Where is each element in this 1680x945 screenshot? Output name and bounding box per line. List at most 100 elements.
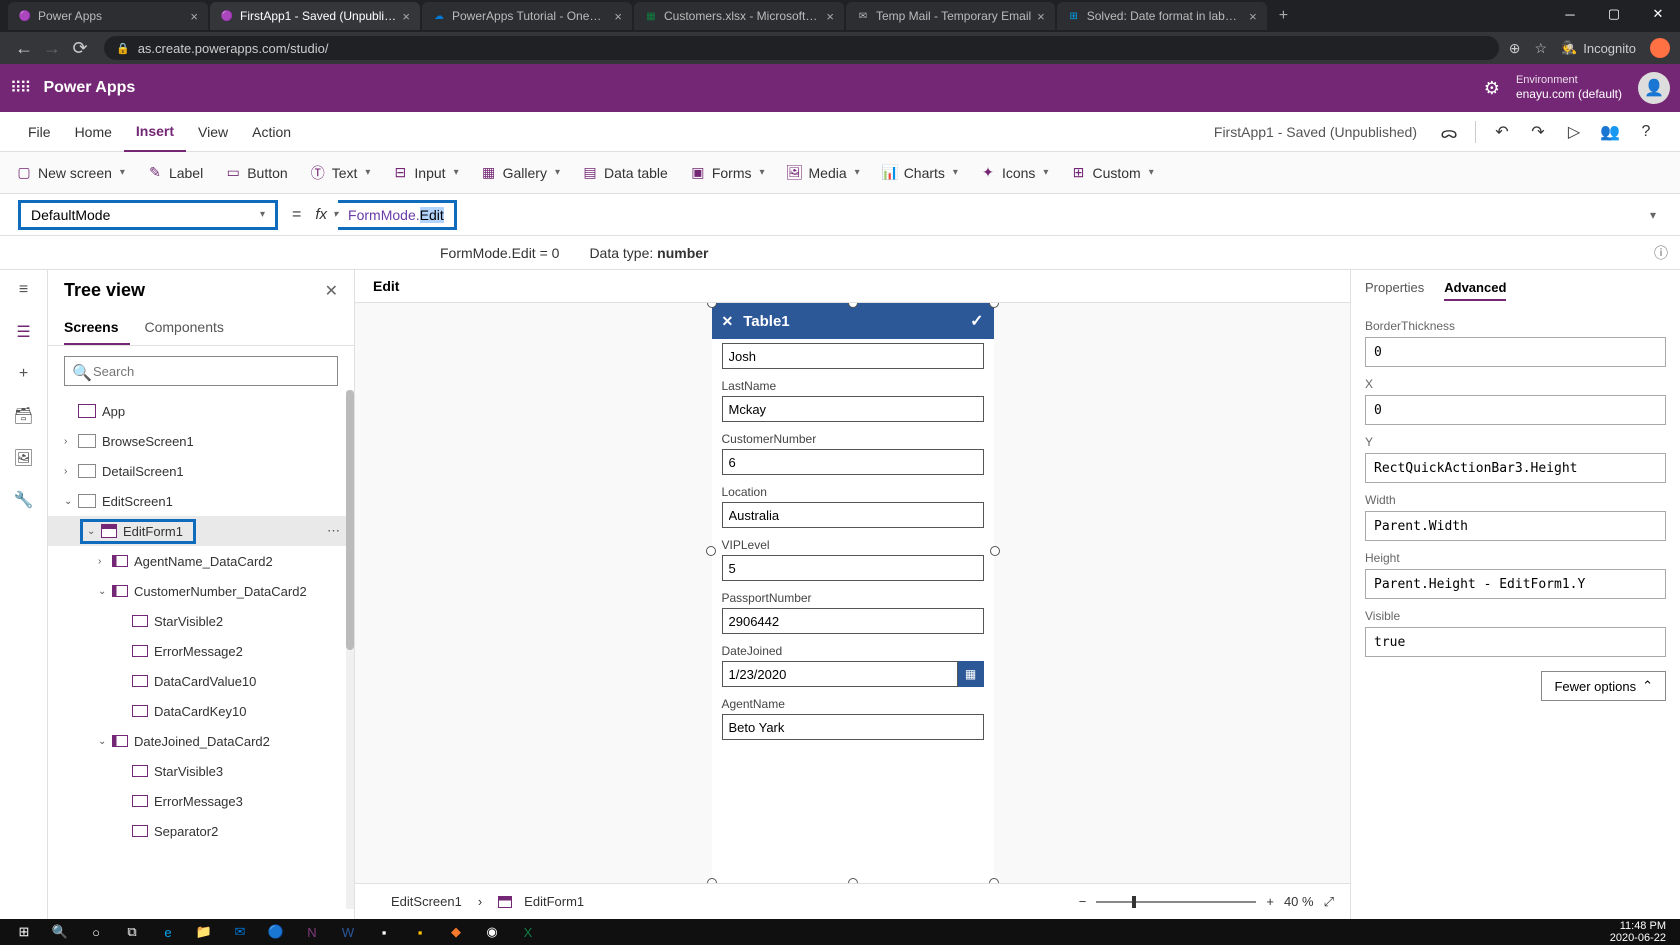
tree-node[interactable]: ⌄CustomerNumber_DataCard2 (48, 576, 354, 606)
tree-node[interactable]: ⌄DateJoined_DataCard2 (48, 726, 354, 756)
forms-button[interactable]: ▣Forms▾ (690, 165, 765, 181)
tree-scrollbar[interactable] (346, 390, 354, 909)
app-launcher-icon[interactable]: ⠿⠿ (10, 78, 29, 98)
help-icon[interactable]: ? (1628, 123, 1664, 141)
tab-screens[interactable]: Screens (64, 311, 130, 345)
x-input[interactable] (1365, 395, 1666, 425)
label-button[interactable]: ✎Label (147, 165, 203, 181)
zoom-out-icon[interactable]: − (1079, 894, 1087, 909)
share-icon[interactable]: 👥 (1592, 122, 1628, 142)
zoom-icon[interactable]: ⊕ (1509, 40, 1521, 57)
environment-icon[interactable]: ⚙ (1484, 78, 1500, 99)
calendar-icon[interactable]: ▦ (958, 661, 984, 687)
mail-icon[interactable]: ✉ (222, 919, 258, 945)
media-icon[interactable]: 🖼 (14, 448, 34, 468)
tree-node[interactable]: ›DetailScreen1 (48, 456, 354, 486)
environment-selector[interactable]: Environment enayu.com (default) (1516, 73, 1622, 103)
width-input[interactable] (1365, 511, 1666, 541)
close-icon[interactable]: × (826, 9, 834, 24)
menu-view[interactable]: View (186, 112, 240, 152)
notes-icon[interactable]: ▪ (402, 919, 438, 945)
new-screen-button[interactable]: ▢New screen▾ (16, 165, 125, 181)
passport-input[interactable] (722, 608, 984, 634)
reload-button[interactable]: ⟳ (66, 38, 94, 59)
button-button[interactable]: ▭Button (225, 165, 287, 181)
breadcrumb[interactable]: EditForm1 (498, 894, 584, 909)
system-clock[interactable]: 11:48 PM 2020-06-22 (1610, 920, 1674, 944)
minimize-button[interactable]: ─ (1548, 0, 1592, 28)
lastname-input[interactable] (722, 396, 984, 422)
text-button[interactable]: ⓉText▾ (310, 165, 371, 181)
visible-input[interactable] (1365, 627, 1666, 657)
user-avatar[interactable]: 👤 (1638, 72, 1670, 104)
intellisense-suggestion[interactable]: Edit (355, 270, 1350, 303)
property-dropdown[interactable]: DefaultMode▾ (18, 200, 278, 230)
agentname-input[interactable] (722, 714, 984, 740)
zoom-in-icon[interactable]: + (1266, 894, 1274, 909)
edit-form-preview[interactable]: ✕ Table1 ✓ LastName CustomerNumber (712, 303, 994, 883)
close-icon[interactable]: × (1037, 9, 1045, 24)
insert-icon[interactable]: + (14, 364, 34, 384)
tree-node[interactable]: DataCardValue10 (48, 666, 354, 696)
submit-icon[interactable]: ✓ (970, 311, 983, 331)
tree-node-editform[interactable]: ⌄EditForm1 ⋯ (48, 516, 354, 546)
address-bar[interactable]: 🔒as.create.powerapps.com/studio/ (104, 36, 1499, 60)
close-icon[interactable]: × (614, 9, 622, 24)
y-input[interactable] (1365, 453, 1666, 483)
taskview-icon[interactable]: ⧉ (114, 919, 150, 945)
tab-properties[interactable]: Properties (1365, 280, 1424, 301)
onenote-icon[interactable]: N (294, 919, 330, 945)
close-window-button[interactable]: ✕ (1636, 0, 1680, 28)
new-tab-button[interactable]: + (1269, 7, 1298, 25)
customernumber-input[interactable] (722, 449, 984, 475)
forward-button[interactable]: → (38, 38, 66, 59)
tab-advanced[interactable]: Advanced (1444, 280, 1506, 301)
borderthickness-input[interactable] (1365, 337, 1666, 367)
maximize-button[interactable]: ▢ (1592, 0, 1636, 28)
icons-button[interactable]: ✦Icons▾ (980, 165, 1049, 181)
cortana-icon[interactable]: ○ (78, 919, 114, 945)
chrome-icon[interactable]: 🔵 (258, 919, 294, 945)
fit-icon[interactable]: ⤢ (1324, 894, 1334, 910)
preview-icon[interactable]: ▷ (1556, 122, 1592, 142)
charts-button[interactable]: 📊Charts▾ (882, 165, 958, 181)
close-icon[interactable]: × (1249, 9, 1257, 24)
blender-icon[interactable]: ◆ (438, 919, 474, 945)
obs-icon[interactable]: ◉ (474, 919, 510, 945)
gallery-button[interactable]: ▦Gallery▾ (481, 165, 560, 181)
tree-node[interactable]: DataCardKey10 (48, 696, 354, 726)
browser-tab[interactable]: 🟣FirstApp1 - Saved (Unpublished)× (210, 2, 420, 30)
bookmark-icon[interactable]: ☆ (1534, 40, 1547, 57)
close-icon[interactable]: × (402, 9, 410, 24)
data-icon[interactable]: 🗃 (14, 406, 34, 426)
word-icon[interactable]: W (330, 919, 366, 945)
tree-node[interactable]: ErrorMessage3 (48, 786, 354, 816)
more-icon[interactable]: ⋯ (327, 523, 340, 539)
tree-node[interactable]: StarVisible3 (48, 756, 354, 786)
tree-node[interactable]: StarVisible2 (48, 606, 354, 636)
excel-icon[interactable]: X (510, 919, 546, 945)
tree-node[interactable]: ›AgentName_DataCard2 (48, 546, 354, 576)
browser-tab[interactable]: ✉Temp Mail - Temporary Email× (846, 2, 1055, 30)
input-button[interactable]: ⊟Input▾ (392, 165, 458, 181)
cancel-icon[interactable]: ✕ (722, 313, 734, 330)
breadcrumb[interactable]: EditScreen1 (371, 894, 462, 909)
terminal-icon[interactable]: ▪ (366, 919, 402, 945)
height-input[interactable] (1365, 569, 1666, 599)
location-input[interactable] (722, 502, 984, 528)
datatable-button[interactable]: ▤Data table (582, 165, 668, 181)
tree-search-input[interactable] (64, 356, 338, 386)
menu-home[interactable]: Home (63, 112, 124, 152)
tree-node[interactable]: ›BrowseScreen1 (48, 426, 354, 456)
browser-tab[interactable]: ☁PowerApps Tutorial - OneDrive× (422, 2, 632, 30)
profile-avatar[interactable] (1650, 38, 1670, 58)
redo-icon[interactable]: ↷ (1520, 122, 1556, 142)
fx-icon[interactable]: fx▾ (315, 206, 338, 223)
custom-button[interactable]: ⊞Custom▾ (1070, 165, 1153, 181)
browser-tab[interactable]: ⊞Solved: Date format in labels anc× (1057, 2, 1267, 30)
menu-file[interactable]: File (16, 112, 63, 152)
zoom-slider[interactable] (1096, 901, 1256, 903)
fewer-options-button[interactable]: Fewer options⌃ (1541, 671, 1666, 701)
hamburger-icon[interactable]: ≡ (14, 280, 34, 300)
search-icon[interactable]: 🔍 (42, 919, 78, 945)
